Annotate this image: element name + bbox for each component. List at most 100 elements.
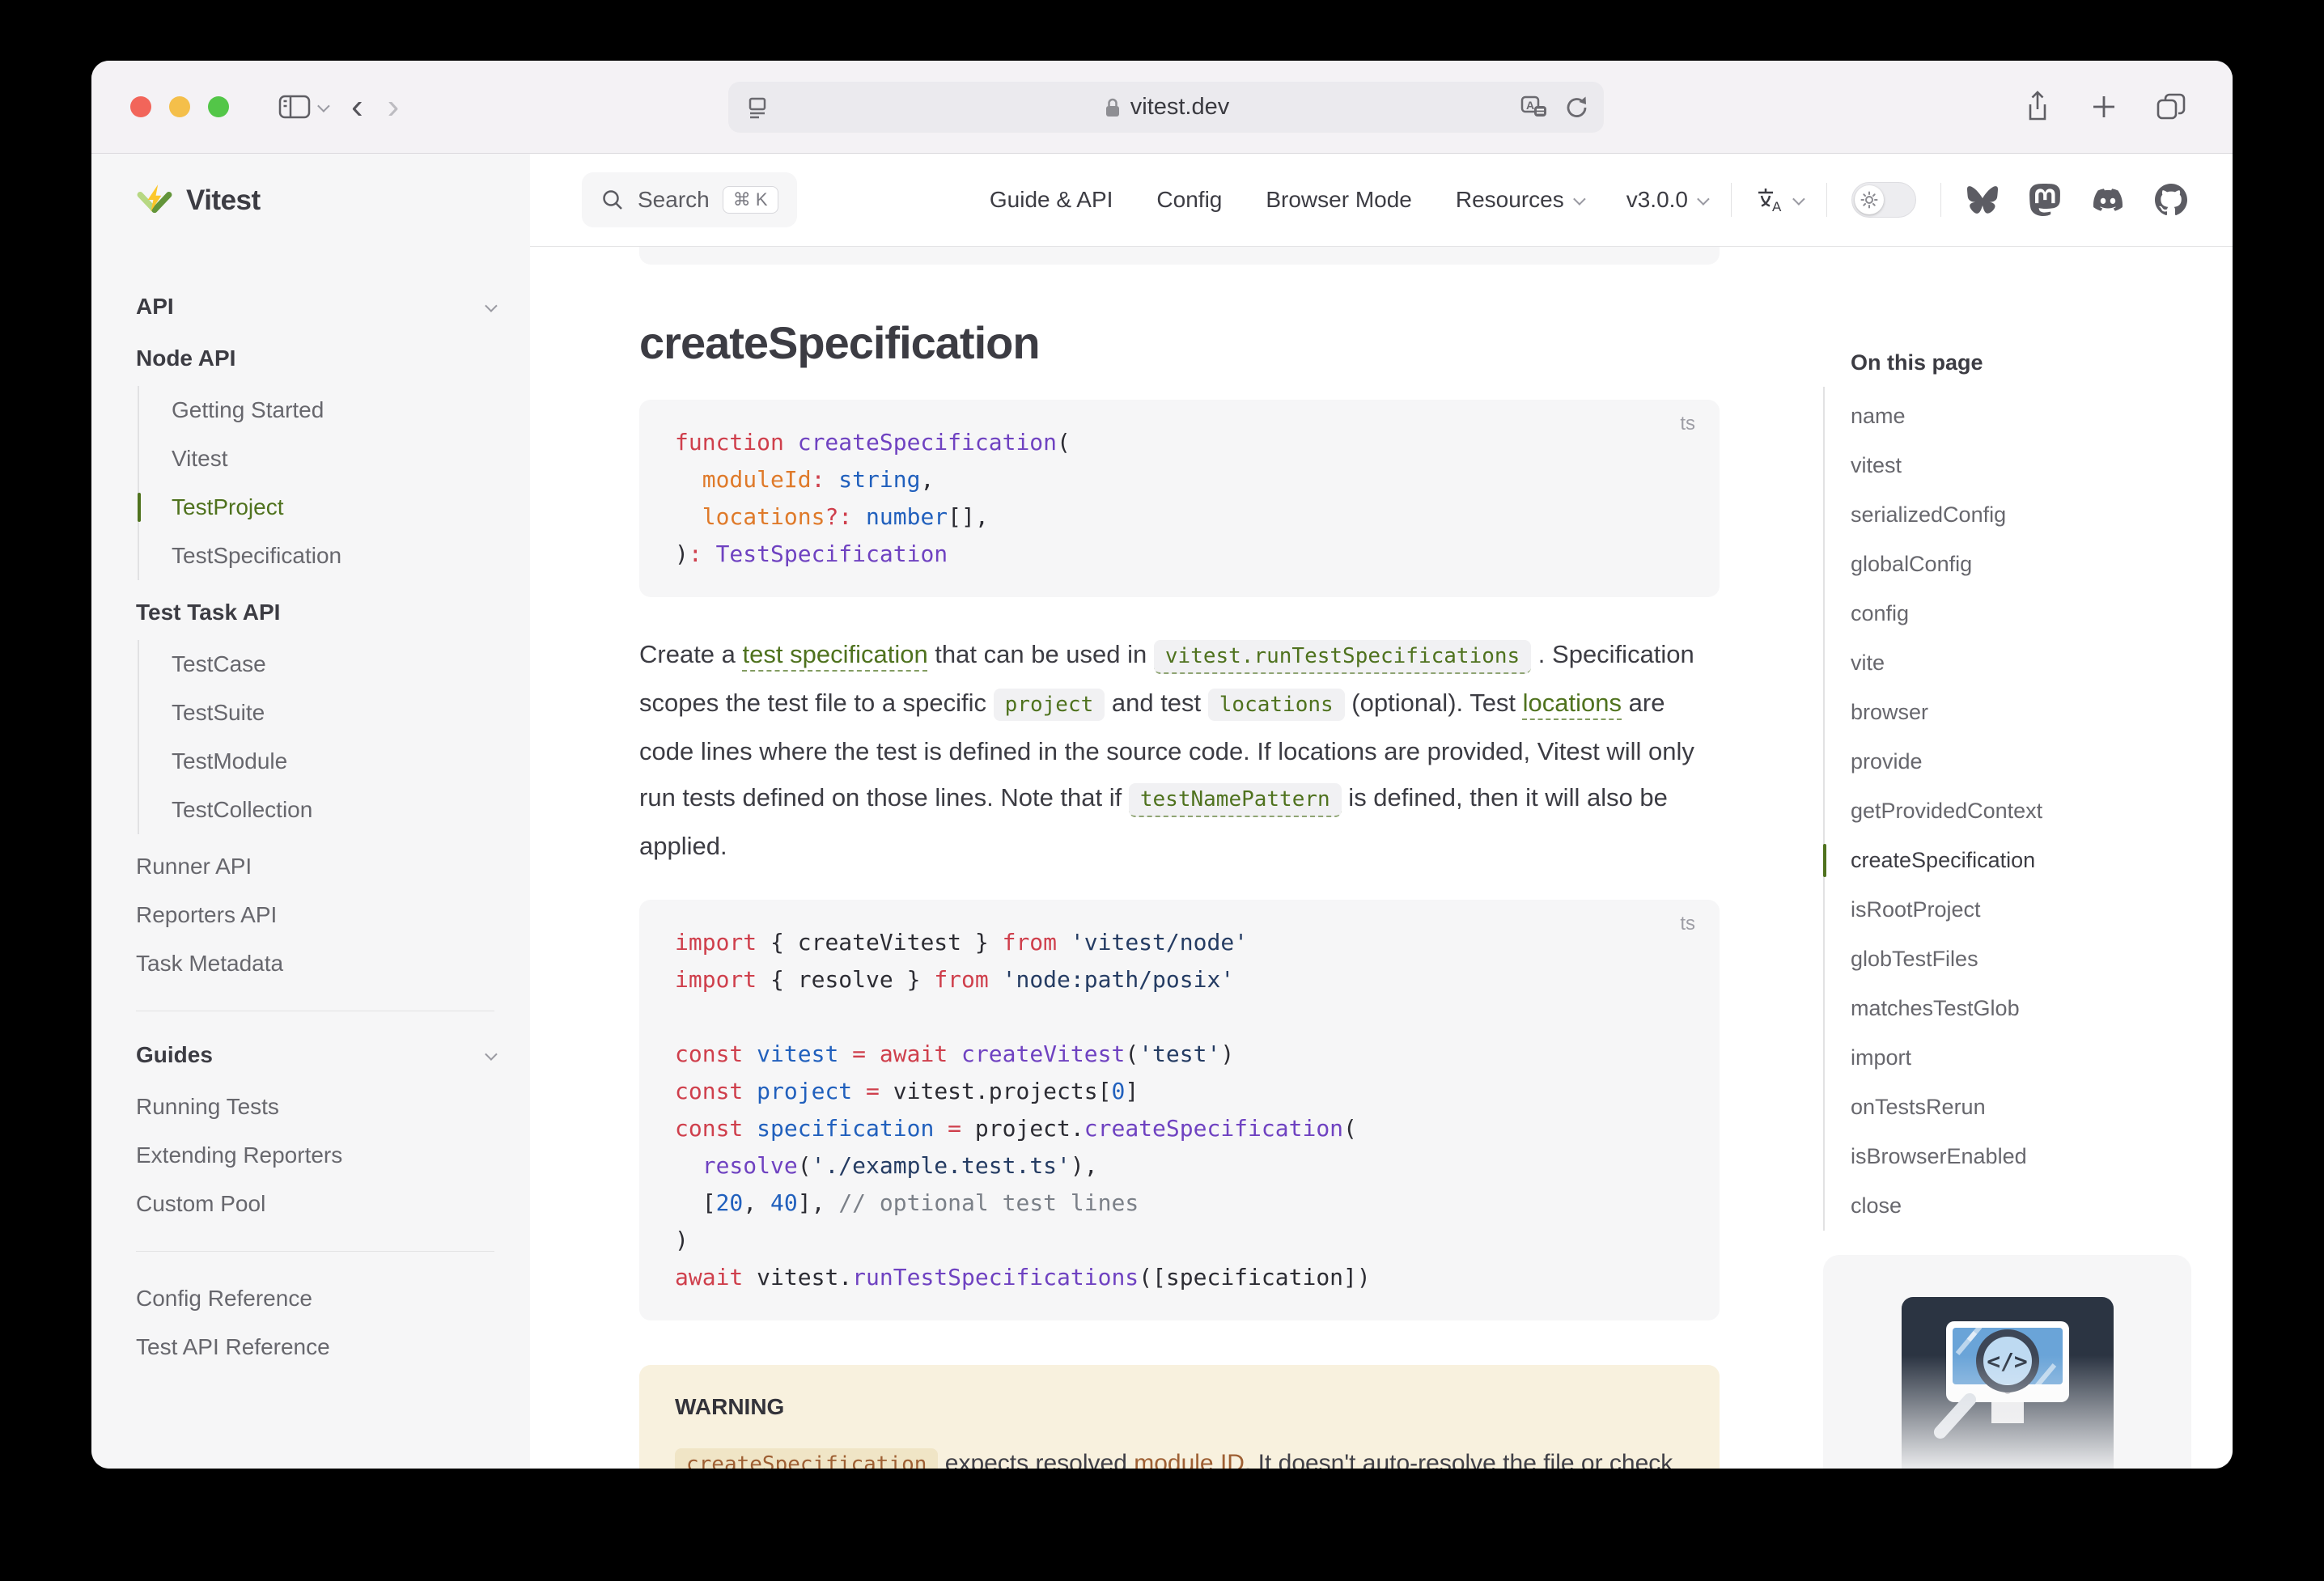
warning-callout: WARNING createSpecification expects reso… (639, 1365, 1720, 1469)
sidebar-item[interactable]: Runner API (136, 842, 494, 891)
chevron-down-icon (1697, 193, 1710, 206)
code-signature: function createSpecification( moduleId: … (675, 424, 1684, 573)
outline-item[interactable]: vite (1851, 638, 2203, 688)
sidebar-item[interactable]: Custom Pool (136, 1180, 494, 1228)
code-search-illustration: </> (1902, 1297, 2114, 1469)
github-icon[interactable] (2155, 184, 2187, 216)
outline-item[interactable]: matchesTestGlob (1851, 984, 2203, 1033)
outline-item[interactable]: isBrowserEnabled (1851, 1132, 2203, 1181)
nav-item-label: Config (1156, 187, 1222, 213)
nav-item[interactable]: Resources (1456, 187, 1583, 213)
sidebar-item[interactable]: Running Tests (136, 1083, 494, 1131)
traffic-lights (130, 96, 229, 117)
sidebar-group-node-api: Getting StartedVitestTestProjectTestSpec… (138, 386, 494, 580)
nav-item-label: Guide & API (990, 187, 1113, 213)
nav-item[interactable]: Guide & API (990, 187, 1113, 213)
code-example: import { createVitest } from 'vitest/nod… (675, 924, 1684, 1296)
code-block-signature: ts function createSpecification( moduleI… (639, 400, 1720, 597)
address-bar[interactable]: vitest.dev A (728, 82, 1604, 133)
svg-text:A: A (1526, 99, 1534, 112)
outline-item[interactable]: provide (1851, 737, 2203, 786)
theme-toggle[interactable] (1851, 182, 1916, 218)
sidebar-item[interactable]: Reporters API (136, 891, 494, 939)
share-icon[interactable] (2022, 90, 2053, 124)
nav-item[interactable]: Config (1156, 187, 1222, 213)
inline-link[interactable]: locations (1523, 689, 1622, 717)
site-logo[interactable]: Vitest (91, 154, 530, 247)
inline-code-link[interactable]: vitest.runTestSpecifications (1154, 640, 1531, 674)
inline-code-link[interactable]: testNamePattern (1129, 783, 1342, 817)
minimize-window-button[interactable] (169, 96, 190, 117)
sidebar-section-guides[interactable]: Guides (136, 1034, 494, 1076)
doc-content: createSpecification ts function createSp… (639, 247, 1720, 1469)
divider (1940, 183, 1941, 217)
lock-icon (1103, 96, 1122, 119)
code-language-badge: ts (1680, 413, 1695, 435)
sidebar-item[interactable]: Task Metadata (136, 939, 494, 988)
sidebar-item[interactable]: Getting Started (172, 386, 494, 434)
zoom-window-button[interactable] (208, 96, 229, 117)
sidebar-item[interactable]: Vitest (172, 434, 494, 483)
sidebar-item[interactable]: Config Reference (136, 1274, 494, 1323)
nav-item-label: Browser Mode (1266, 187, 1412, 213)
inline-link[interactable]: module ID (1134, 1450, 1245, 1469)
warning-title: WARNING (675, 1394, 1684, 1420)
discord-icon[interactable] (2090, 185, 2126, 214)
sidebar-item[interactable]: TestCollection (172, 786, 494, 834)
inline-code: locations (1208, 689, 1345, 721)
outline-item[interactable]: createSpecification (1851, 836, 2203, 885)
nav-item[interactable]: v3.0.0 (1626, 187, 1707, 213)
search-button[interactable]: Search ⌘ K (582, 172, 797, 227)
sidebar-subhead-node-api: Node API (136, 334, 494, 383)
outline-item[interactable]: serializedConfig (1851, 490, 2203, 540)
back-button[interactable]: ‹ (351, 89, 363, 125)
site-title: Vitest (186, 184, 261, 217)
sidebar-group-test-task-api: TestCaseTestSuiteTestModuleTestCollectio… (138, 640, 494, 834)
language-menu-button[interactable]: A (1756, 186, 1802, 214)
nav-item[interactable]: Browser Mode (1266, 187, 1412, 213)
outline-item[interactable]: name (1851, 392, 2203, 441)
sidebar-section-api[interactable]: API (136, 286, 494, 328)
sun-icon (1860, 191, 1878, 209)
sidebar-section-label: API (136, 294, 174, 320)
divider (1731, 183, 1732, 217)
divider (136, 1251, 494, 1252)
outline-item[interactable]: vitest (1851, 441, 2203, 490)
divider (1826, 183, 1827, 217)
code-language-badge: ts (1680, 913, 1695, 935)
outline-item[interactable]: globTestFiles (1851, 935, 2203, 984)
close-window-button[interactable] (130, 96, 151, 117)
sidebar: API Node API Getting StartedVitestTestPr… (91, 247, 530, 1469)
new-tab-icon[interactable] (2089, 91, 2119, 122)
sidebar-item[interactable]: Test API Reference (136, 1323, 494, 1371)
inline-link[interactable]: test specification (743, 640, 928, 668)
outline-item[interactable]: config (1851, 589, 2203, 638)
translate-page-icon[interactable]: A (1520, 95, 1549, 121)
outline-item[interactable]: import (1851, 1033, 2203, 1083)
outline-item[interactable]: getProvidedContext (1851, 786, 2203, 836)
refresh-icon[interactable] (1565, 95, 1589, 121)
outline-item[interactable]: onTestsRerun (1851, 1083, 2203, 1132)
outline-item[interactable]: browser (1851, 688, 2203, 737)
sidebar-item[interactable]: Extending Reporters (136, 1131, 494, 1180)
main-nav: Guide & API Config Browser Mode Resource… (990, 187, 1707, 213)
outline-item[interactable]: globalConfig (1851, 540, 2203, 589)
sidebar-item[interactable]: TestModule (172, 737, 494, 786)
outline-item[interactable]: close (1851, 1181, 2203, 1231)
mastodon-icon[interactable] (2029, 184, 2061, 216)
outline-item[interactable]: isRootProject (1851, 885, 2203, 935)
sidebar-item[interactable]: TestSuite (172, 689, 494, 737)
sidebar-toggle-button[interactable] (278, 91, 327, 122)
forward-button[interactable]: › (388, 89, 400, 125)
chevron-down-icon (1573, 193, 1586, 206)
inline-code: createSpecification (675, 1448, 938, 1469)
sidebar-item[interactable]: TestProject (172, 483, 494, 532)
tab-overview-icon[interactable] (2155, 91, 2187, 122)
browser-window: ‹ › vitest.dev A (91, 61, 2233, 1469)
sponsor-card[interactable]: </> (1823, 1255, 2191, 1469)
sidebar-item[interactable]: TestSpecification (172, 532, 494, 580)
sidebar-item[interactable]: TestCase (172, 640, 494, 689)
bluesky-icon[interactable] (1966, 184, 2000, 215)
warning-body: createSpecification expects resolved mod… (675, 1443, 1684, 1469)
vitest-logo-icon (136, 184, 173, 218)
